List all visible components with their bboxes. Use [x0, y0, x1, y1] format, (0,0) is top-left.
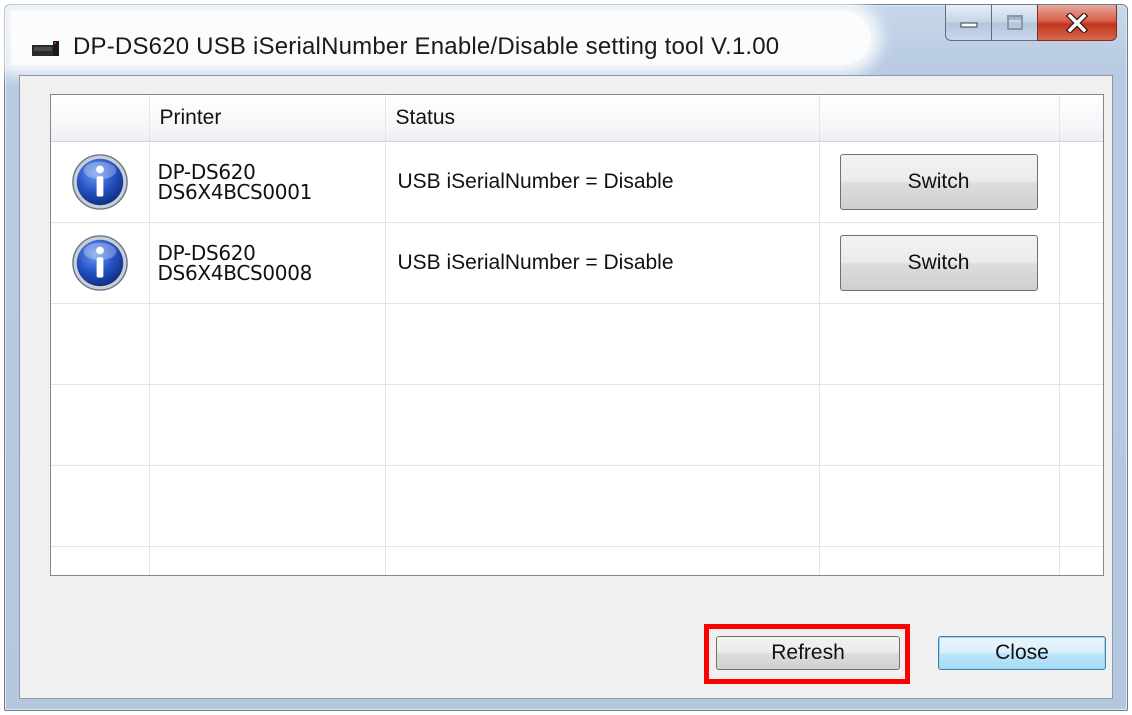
empty-row	[51, 465, 1103, 547]
icon-cell	[51, 222, 150, 304]
close-button[interactable]: Close	[938, 636, 1106, 670]
action-cell: Switch	[819, 222, 1060, 304]
client-area: Printer Status DP-DS620 DS6X4BCS0001 USB…	[19, 75, 1113, 699]
table-row[interactable]: DP-DS620 DS6X4BCS0008 USB iSerialNumber …	[51, 222, 1103, 304]
action-cell: Switch	[819, 141, 1060, 223]
info-icon	[72, 234, 128, 291]
printer-name-cell: DP-DS620 DS6X4BCS0001	[149, 141, 386, 223]
window-title: DP-DS620 USB iSerialNumber Enable/Disabl…	[73, 33, 780, 60]
printer-app-icon	[32, 41, 59, 56]
refresh-button[interactable]: Refresh	[716, 636, 900, 670]
empty-cell	[819, 465, 1060, 547]
minimize-button[interactable]	[945, 5, 991, 41]
column-header-status[interactable]: Status	[385, 95, 820, 142]
empty-cell	[51, 303, 150, 385]
empty-cell	[51, 546, 150, 575]
empty-row	[51, 384, 1103, 466]
empty-cell	[149, 546, 386, 575]
column-header-filler	[1059, 95, 1103, 142]
empty-cell	[385, 465, 820, 547]
printer-table: Printer Status DP-DS620 DS6X4BCS0001 USB…	[51, 95, 1103, 575]
table-row[interactable]: DP-DS620 DS6X4BCS0001 USB iSerialNumber …	[51, 141, 1103, 223]
printer-serial: DS6X4BCS0008	[157, 260, 313, 285]
maximize-icon	[1006, 14, 1023, 30]
title-bar[interactable]: DP-DS620 USB iSerialNumber Enable/Disabl…	[5, 5, 1127, 75]
empty-cell	[819, 546, 1060, 575]
close-icon	[1065, 12, 1089, 33]
printer-serial: DS6X4BCS0001	[157, 179, 313, 204]
empty-cell	[1059, 303, 1103, 385]
empty-cell	[149, 384, 386, 466]
empty-cell	[385, 384, 820, 466]
title-area: DP-DS620 USB iSerialNumber Enable/Disabl…	[11, 11, 871, 65]
empty-cell	[1059, 546, 1103, 575]
filler-cell	[1059, 222, 1103, 304]
app-window: DP-DS620 USB iSerialNumber Enable/Disabl…	[4, 4, 1128, 711]
column-header-action[interactable]	[819, 95, 1060, 142]
empty-cell	[1059, 465, 1103, 547]
status-cell: USB iSerialNumber = Disable	[385, 141, 820, 223]
filler-cell	[1059, 141, 1103, 223]
caption-buttons	[945, 5, 1117, 43]
empty-cell	[385, 303, 820, 385]
empty-cell	[1059, 384, 1103, 466]
column-header-printer[interactable]: Printer	[149, 95, 386, 142]
empty-cell	[819, 384, 1060, 466]
empty-row	[51, 303, 1103, 385]
icon-cell	[51, 141, 150, 223]
printer-model: DP-DS620	[157, 159, 256, 184]
header-row: Printer Status	[51, 95, 1103, 142]
empty-cell	[149, 465, 386, 547]
printer-list[interactable]: Printer Status DP-DS620 DS6X4BCS0001 USB…	[50, 94, 1104, 576]
status-cell: USB iSerialNumber = Disable	[385, 222, 820, 304]
maximize-button[interactable]	[991, 5, 1037, 41]
info-icon	[72, 153, 128, 210]
empty-cell	[51, 384, 150, 466]
minimize-icon	[960, 22, 977, 27]
switch-button[interactable]: Switch	[839, 234, 1038, 291]
column-header-icon[interactable]	[51, 95, 150, 142]
close-window-button[interactable]	[1037, 5, 1117, 41]
empty-cell	[385, 546, 820, 575]
empty-cell	[51, 465, 150, 547]
printer-name-cell: DP-DS620 DS6X4BCS0008	[149, 222, 386, 304]
empty-cell	[819, 303, 1060, 385]
empty-row	[51, 546, 1103, 575]
switch-button[interactable]: Switch	[839, 153, 1038, 210]
printer-model: DP-DS620	[157, 240, 256, 265]
empty-cell	[149, 303, 386, 385]
